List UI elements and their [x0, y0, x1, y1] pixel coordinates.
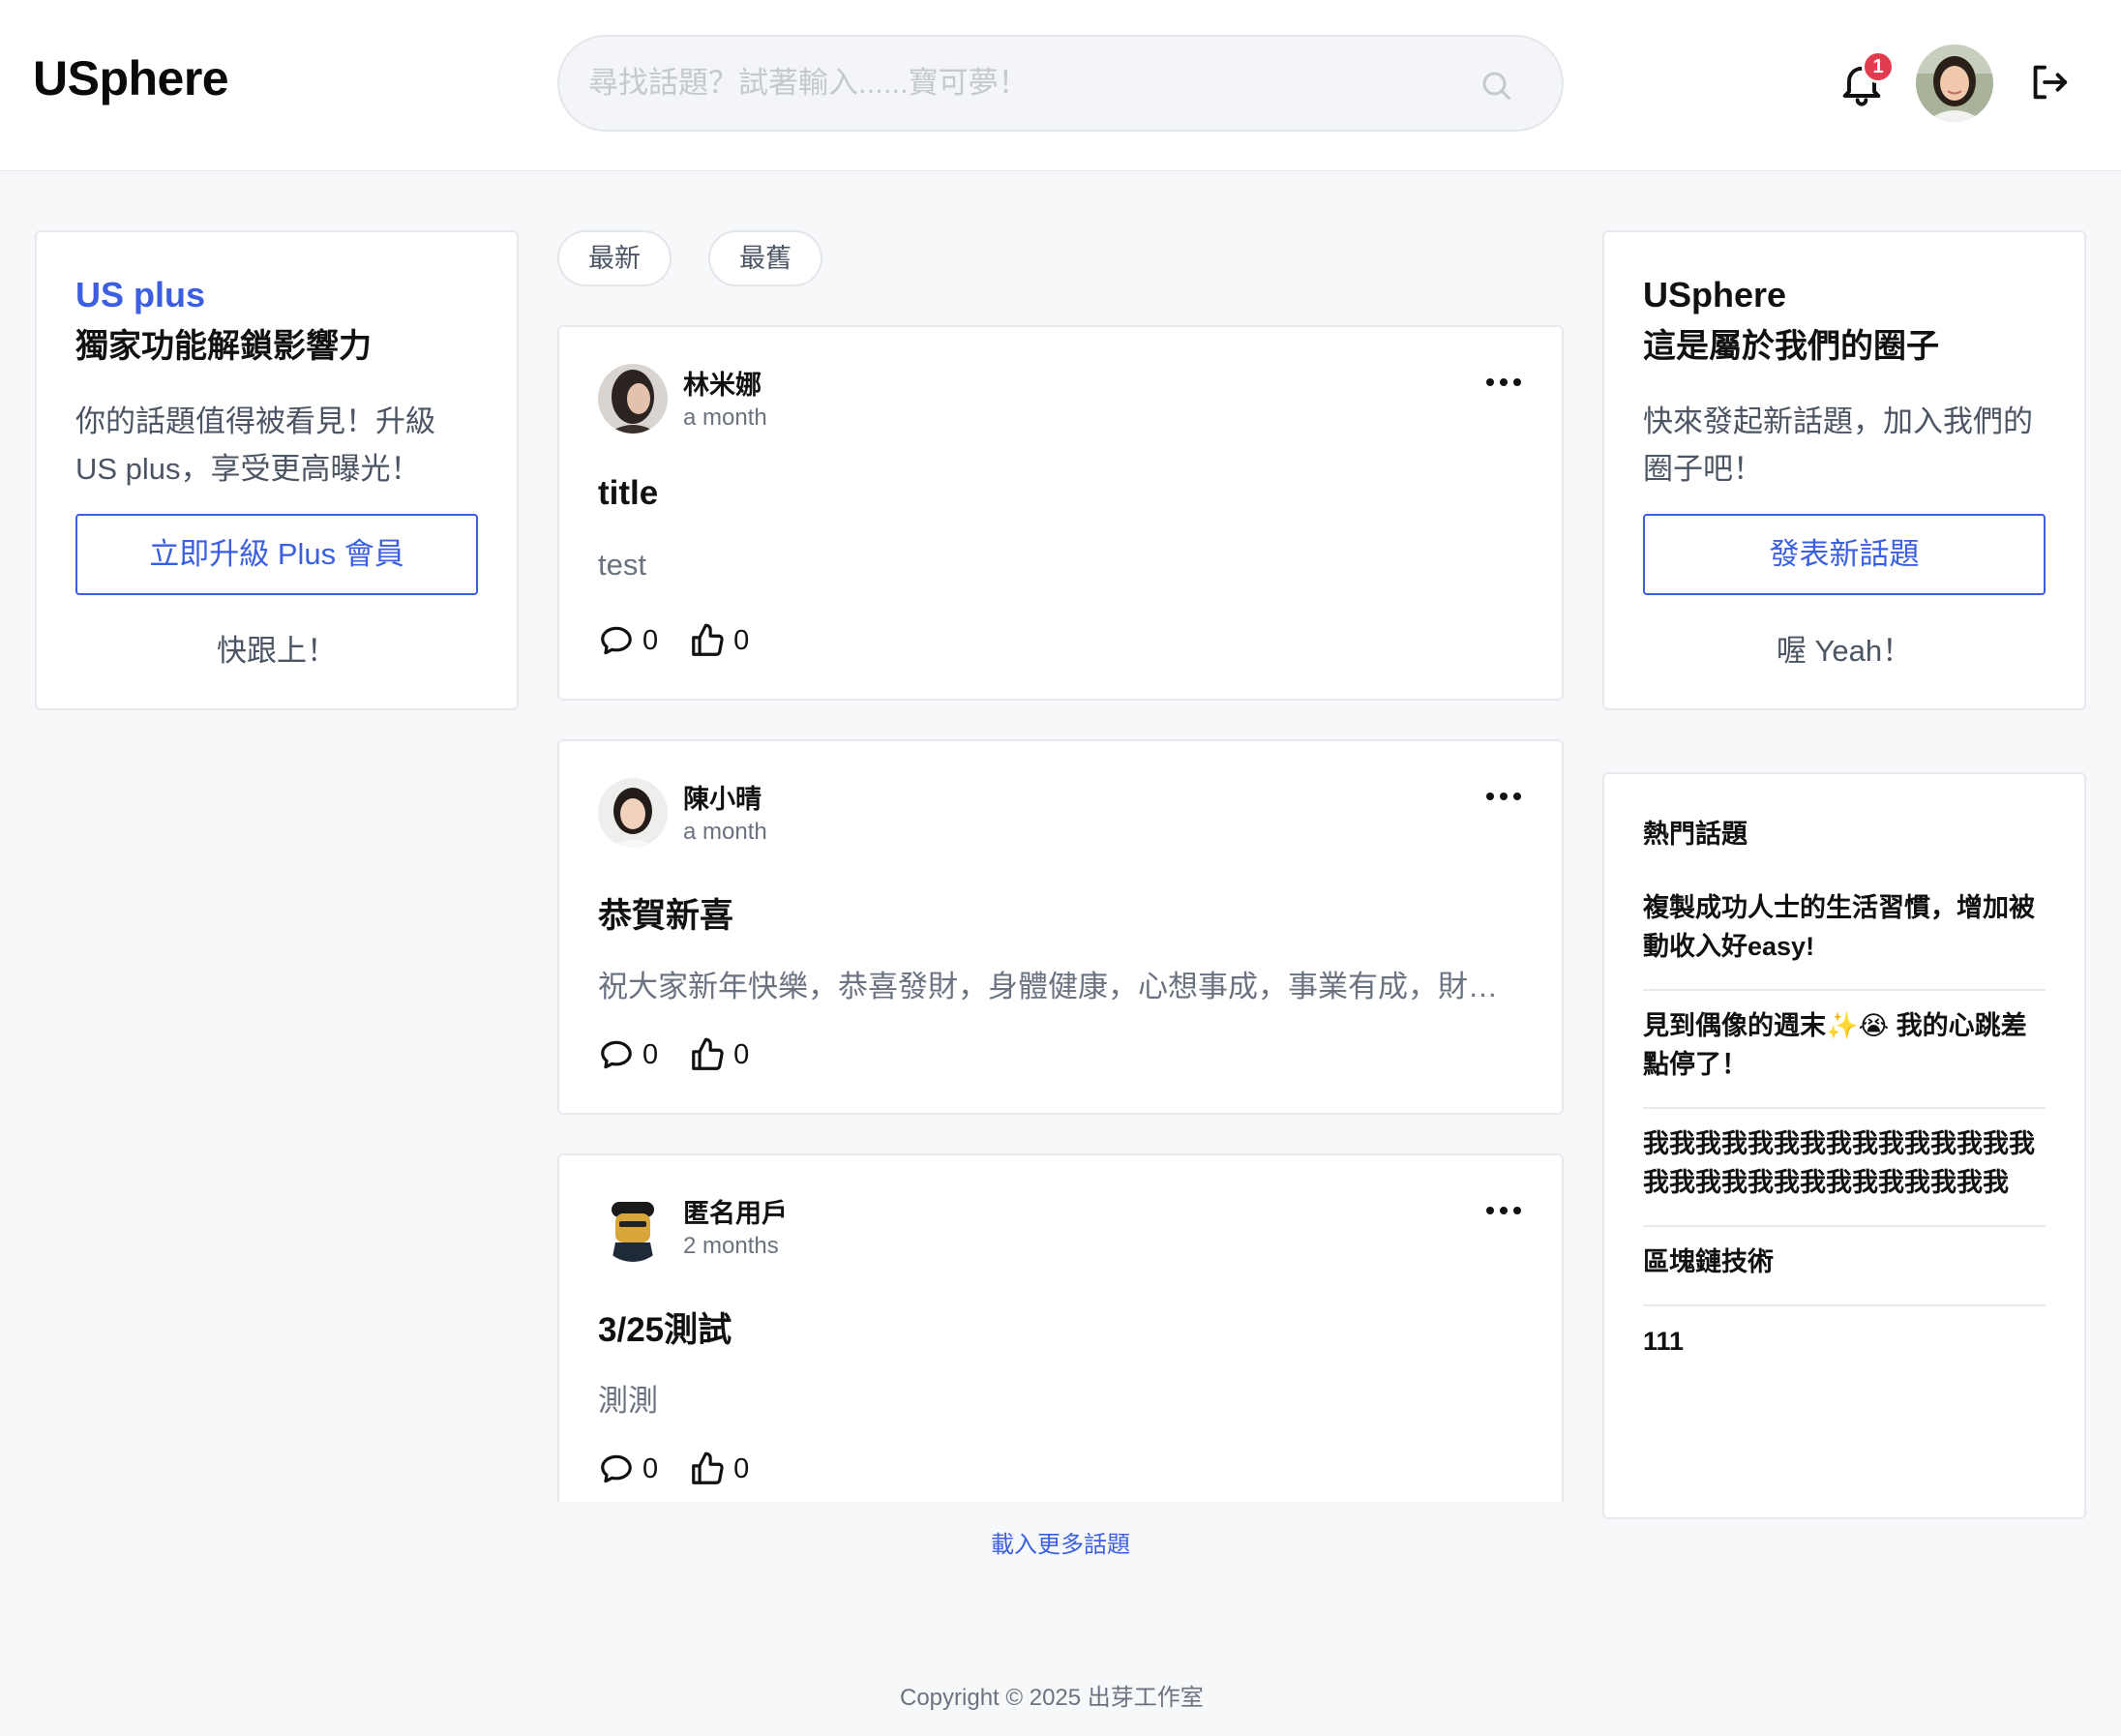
plus-promo-footer: 快跟上！ [217, 634, 337, 668]
post-title[interactable]: 3/25測試 [598, 1302, 732, 1352]
hot-topics-heading: 熱門話題 [1643, 820, 1748, 849]
thumbs-up-icon [692, 1452, 724, 1484]
comment-count: 0 [642, 1038, 659, 1070]
hot-topics-card: 熱門話題 複製成功人士的生活習慣，增加被動收入好easy! 見到偶像的週末✨😭 … [1602, 772, 2086, 1519]
hot-topic-item[interactable]: 區塊鏈技術 [1643, 1227, 2046, 1306]
hot-topics-list: 複製成功人士的生活習慣，增加被動收入好easy! 見到偶像的週末✨😭 我的心跳差… [1643, 873, 2046, 1384]
new-topic-button[interactable]: 發表新話題 [1643, 514, 2046, 595]
post-card[interactable]: 陳小晴 a month 恭賀新喜 祝大家新年快樂，恭喜發財，身體健康，心想事成，… [557, 739, 1564, 1115]
post-card[interactable]: 匿名用戶 2 months 3/25測試 測測 0 0 [557, 1153, 1564, 1502]
comment-icon [601, 1040, 632, 1069]
like-button[interactable]: 0 [689, 622, 749, 659]
post-title[interactable]: title [598, 474, 658, 513]
community-promo-title: 這是屬於我們的圈子 [1643, 328, 1939, 365]
hot-topic-item[interactable]: 見到偶像的週末✨😭 我的心跳差點停了！ [1643, 991, 2046, 1109]
plus-promo-title: 獨家功能解鎖影響力 [75, 328, 372, 365]
like-button[interactable]: 0 [689, 1451, 749, 1487]
logout-icon[interactable] [2026, 60, 2071, 105]
hot-topic-item[interactable]: 我我我我我我我我我我我我我我我 我我我我我我我我我我我我我我 [1643, 1109, 2046, 1227]
post-body: 祝大家新年快樂，恭喜發財，身體健康，心想事成，事業有成，財源廣進 [598, 970, 1527, 1003]
like-count: 0 [733, 624, 750, 656]
like-button[interactable]: 0 [689, 1036, 749, 1073]
upgrade-plus-button[interactable]: 立即升級 Plus 會員 [75, 514, 478, 595]
user-avatar[interactable] [1916, 45, 1993, 122]
more-options-icon[interactable] [1484, 1204, 1523, 1217]
comment-icon [601, 626, 632, 655]
thumbs-up-icon [692, 1037, 724, 1070]
comment-button[interactable]: 0 [598, 1451, 658, 1487]
search-bar [557, 35, 1564, 132]
comment-button[interactable]: 0 [598, 622, 658, 659]
search-icon[interactable] [1479, 68, 1513, 103]
post-body: test [598, 548, 646, 582]
comment-icon [601, 1454, 632, 1483]
post-time: a month [683, 819, 767, 845]
author-avatar[interactable] [598, 364, 668, 434]
more-options-icon[interactable] [1484, 375, 1523, 389]
hot-topic-item[interactable]: 複製成功人士的生活習慣，增加被動收入好easy! [1643, 873, 2046, 991]
like-count: 0 [733, 1038, 750, 1070]
copyright-text: Copyright © 2025 出芽工作室 [900, 1685, 1204, 1711]
more-options-icon[interactable] [1484, 790, 1523, 803]
post-actions: 0 0 [598, 1450, 780, 1488]
post-body: 測測 [598, 1384, 658, 1418]
filter-oldest-button[interactable]: 最舊 [708, 230, 822, 286]
load-more-link[interactable]: 載入更多話題 [991, 1525, 1130, 1559]
author-avatar[interactable] [598, 778, 668, 848]
comment-count: 0 [642, 1452, 659, 1484]
post-time: a month [683, 404, 767, 431]
thumbs-up-icon [692, 623, 724, 656]
author-name[interactable]: 林米娜 [683, 364, 762, 402]
search-input[interactable] [588, 50, 1479, 116]
author-name[interactable]: 陳小晴 [683, 778, 762, 816]
comment-button[interactable]: 0 [598, 1036, 658, 1073]
post-actions: 0 0 [598, 1035, 780, 1074]
post-title[interactable]: 恭賀新喜 [598, 888, 733, 938]
post-time: 2 months [683, 1233, 779, 1259]
community-promo-description: 快來發起新話題，加入我們的圈子吧！ [1643, 404, 2033, 486]
author-name[interactable]: 匿名用戶 [683, 1192, 788, 1230]
filter-newest-button[interactable]: 最新 [557, 230, 672, 286]
post-actions: 0 0 [598, 621, 780, 660]
site-logo[interactable]: USphere [33, 50, 229, 106]
comment-count: 0 [642, 624, 659, 656]
community-promo-footer: 喔 Yeah！ [1776, 634, 1913, 668]
author-avatar[interactable] [598, 1192, 668, 1262]
community-promo-card: USphere 這是屬於我們的圈子 快來發起新話題，加入我們的圈子吧！ 發表新話… [1602, 230, 2086, 710]
plus-promo-card: US plus 獨家功能解鎖影響力 你的話題值得被看見！升級 US plus，享… [35, 230, 519, 710]
hot-topic-item[interactable]: 111 [1643, 1306, 2046, 1384]
plus-promo-accent: US plus [75, 275, 206, 314]
community-promo-accent: USphere [1643, 275, 1787, 314]
post-card[interactable]: 林米娜 a month title test 0 0 [557, 325, 1564, 701]
top-navbar: USphere 1 [0, 0, 2121, 171]
notification-badge: 1 [1862, 50, 1895, 83]
like-count: 0 [733, 1452, 750, 1484]
plus-promo-description: 你的話題值得被看見！升級 US plus，享受更高曝光！ [75, 404, 435, 486]
